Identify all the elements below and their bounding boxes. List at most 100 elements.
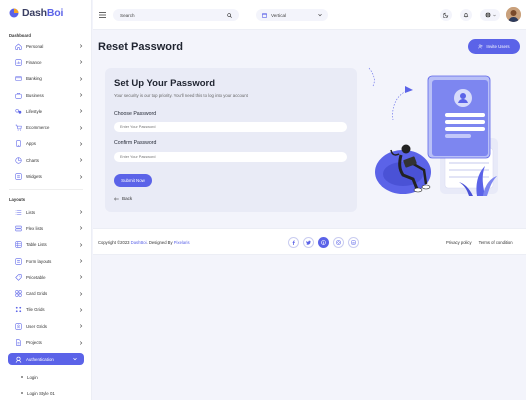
chevron-down-icon <box>318 13 322 17</box>
chevron-right-icon <box>79 259 83 263</box>
sidebar-item-ecommerce[interactable]: Ecommerce <box>0 119 92 135</box>
chevron-right-icon <box>79 77 83 81</box>
briefcase-icon <box>15 92 22 99</box>
chevron-down-icon <box>73 357 77 361</box>
sidebar-item-form-layouts[interactable]: Form layouts <box>0 253 92 269</box>
sidebar-item-label: Tile Grids <box>26 307 45 313</box>
sidebar-item-label: Banking <box>26 76 42 82</box>
linkedin-link[interactable] <box>348 237 359 248</box>
sidebar-item-label: Lifestyle <box>26 108 43 114</box>
footer-links: Privacy policy Terms of condition <box>446 240 513 245</box>
chart-icon <box>15 59 22 66</box>
sidebar-item-personal[interactable]: Personal <box>0 38 92 54</box>
pinterest-icon <box>321 240 326 245</box>
user-plus-icon <box>478 44 483 49</box>
sidebar-item-lists[interactable]: Lists <box>0 204 92 220</box>
sidebar-item-flex-lists[interactable]: Flex lists <box>0 220 92 236</box>
sidebar-item-card-grids[interactable]: Card Grids <box>0 285 92 301</box>
chevron-right-icon <box>79 60 83 65</box>
reset-password-illustration <box>368 67 498 196</box>
sidebar-item-label: Projects <box>26 340 42 346</box>
sidebar-item-finance[interactable]: Finance <box>0 54 92 70</box>
chevron-right-icon <box>79 324 83 328</box>
instagram-icon <box>336 240 341 245</box>
flex-list-icon <box>15 225 22 232</box>
sidebar: DashBoi Dashboard Personal Finance Banking… <box>0 0 92 400</box>
sidebar-item-user-grids[interactable]: User Grids <box>0 318 92 334</box>
sidebar-subitem-login-style-01[interactable]: Login Style 01 <box>0 385 92 400</box>
instagram-link[interactable] <box>333 237 344 248</box>
designer-link[interactable]: Pixelaris <box>174 240 190 245</box>
hamburger-menu-icon[interactable] <box>99 12 106 18</box>
form-title: Set Up Your Password <box>114 78 216 89</box>
list-icon <box>15 210 22 215</box>
search-placeholder: Search <box>120 12 135 18</box>
invite-users-label: Invite Users <box>486 44 510 49</box>
search-input[interactable]: Search <box>113 9 239 21</box>
cart-icon <box>15 124 22 131</box>
chevron-right-icon <box>79 243 83 247</box>
moon-icon <box>443 12 449 18</box>
privacy-policy-link[interactable]: Privacy policy <box>446 240 472 245</box>
logo-text: DashBoi <box>22 7 64 19</box>
lifestyle-icon <box>15 108 22 114</box>
bullet-dot <box>21 376 23 378</box>
logo-icon <box>9 8 19 18</box>
sidebar-item-label: Authentication <box>26 356 54 362</box>
sidebar-item-lifestyle[interactable]: Lifestyle <box>0 103 92 119</box>
sidebar-item-tile-grids[interactable]: Tile Grids <box>0 302 92 318</box>
submit-button[interactable]: Submit Now <box>114 174 152 187</box>
topbar: Search Vertical <box>93 0 526 30</box>
choose-password-input[interactable] <box>114 122 347 132</box>
notifications-button[interactable] <box>460 9 472 21</box>
dark-mode-button[interactable] <box>440 9 452 21</box>
page-title: Reset Password <box>98 41 183 53</box>
pie-chart-icon <box>15 157 22 164</box>
language-select[interactable] <box>480 9 500 21</box>
sidebar-item-banking[interactable]: Banking <box>0 71 92 87</box>
terms-link[interactable]: Terms of condition <box>479 240 513 245</box>
chevron-right-icon <box>79 210 83 214</box>
sidebar-item-label: Ecommerce <box>26 125 50 131</box>
chevron-right-icon <box>79 109 83 114</box>
copyright-prefix: Copyright ©2023 <box>98 240 130 245</box>
sidebar-item-table-lists[interactable]: Table Lists <box>0 237 92 253</box>
tile-grid-icon <box>15 307 22 313</box>
logo[interactable]: DashBoi <box>9 7 63 19</box>
sidebar-item-business[interactable]: Business <box>0 87 92 103</box>
avatar-image <box>506 7 521 22</box>
layout-icon <box>262 12 267 18</box>
search-icon[interactable] <box>227 12 232 18</box>
twitter-link[interactable] <box>303 237 314 248</box>
facebook-link[interactable] <box>288 237 299 248</box>
layout-select[interactable]: Vertical <box>256 9 328 21</box>
sidebar-item-apps[interactable]: Apps <box>0 136 92 152</box>
sidebar-item-label: Business <box>26 92 44 98</box>
sidebar-item-label: Charts <box>26 157 39 163</box>
auth-icon <box>15 356 22 363</box>
form-subtitle: Your security is our top priority. You'l… <box>114 93 248 98</box>
sidebar-item-pricetable[interactable]: Pricetable <box>0 269 92 285</box>
sidebar-item-label: Lists <box>26 209 36 215</box>
pinterest-link[interactable] <box>318 237 329 248</box>
table-icon <box>15 241 22 248</box>
back-link[interactable]: Back <box>114 196 132 201</box>
brand-link[interactable]: DashBoi <box>131 240 147 245</box>
confirm-password-input[interactable] <box>114 152 347 162</box>
invite-users-button[interactable]: Invite Users <box>468 39 520 54</box>
sidebar-subitem-login[interactable]: Login <box>0 369 92 385</box>
user-avatar[interactable] <box>506 7 521 22</box>
sidebar-item-projects[interactable]: Projects <box>0 334 92 350</box>
card-grid-icon <box>15 290 22 297</box>
price-icon <box>15 274 22 281</box>
chevron-right-icon <box>79 142 83 146</box>
chevron-right-icon <box>79 125 83 130</box>
sidebar-item-charts[interactable]: Charts <box>0 152 92 168</box>
home-icon <box>15 43 22 50</box>
form-icon <box>15 257 22 265</box>
bell-icon <box>463 13 469 18</box>
nav-auth: Authentication Login Login Style 01 <box>0 353 92 400</box>
sidebar-item-widgets[interactable]: Widgets <box>0 168 92 184</box>
chevron-right-icon <box>79 275 83 280</box>
sidebar-item-authentication[interactable]: Authentication <box>8 353 84 365</box>
